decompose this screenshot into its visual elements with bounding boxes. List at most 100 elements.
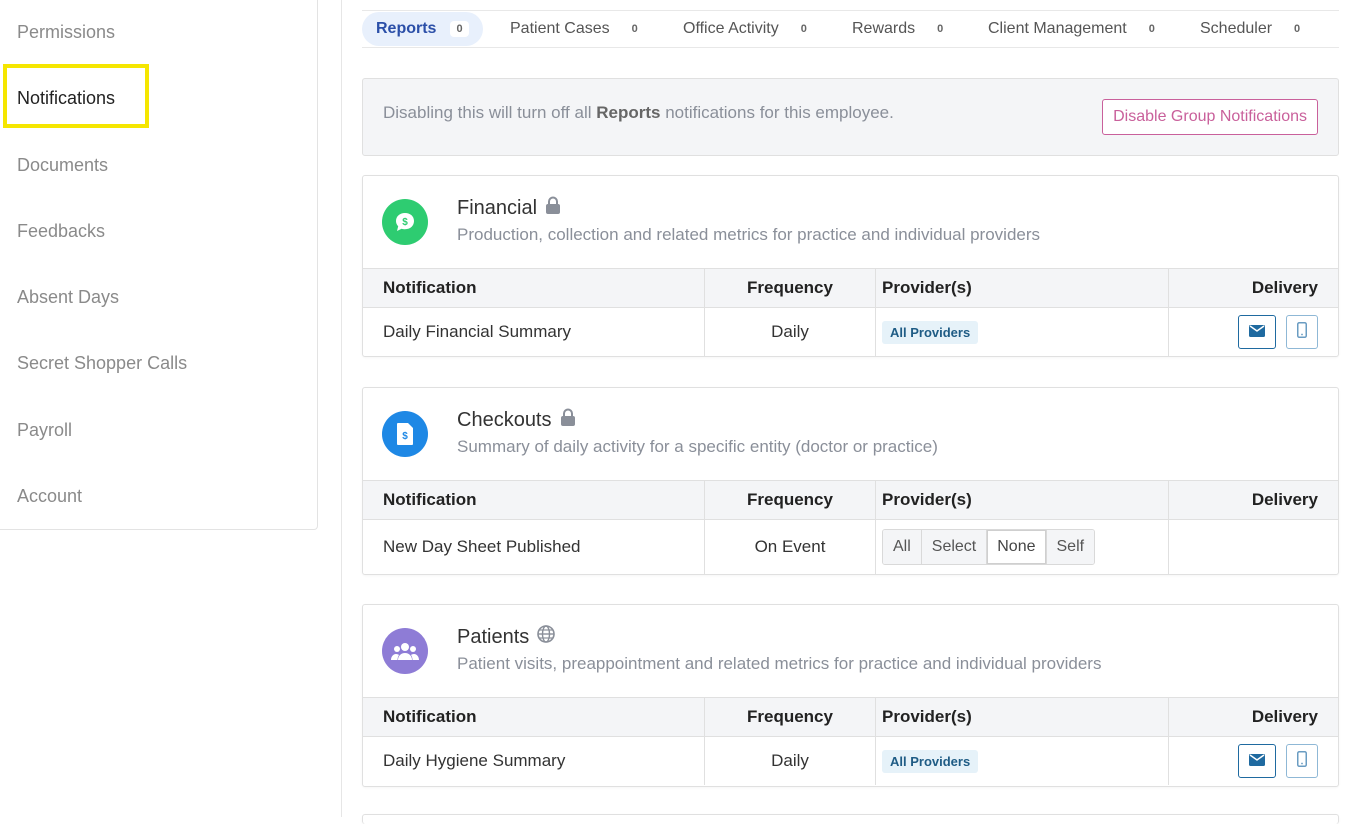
header-delivery: Delivery [1168,481,1338,519]
sidebar-item-payroll[interactable]: Payroll [17,420,72,441]
sidebar-item-permissions[interactable]: Permissions [17,22,115,43]
tab-label: Client Management [988,20,1127,37]
card-title-text: Financial [457,196,538,219]
money-chat-icon: $ [382,199,428,245]
svg-text:$: $ [402,431,408,442]
notification-frequency: Daily [704,737,875,785]
notification-card-next [362,814,1339,824]
tab-reports[interactable]: Reports 0 [362,12,483,46]
banner-group-name: Reports [596,103,661,122]
table-row: Daily Financial Summary Daily All Provid… [363,308,1338,356]
tab-label: Office Activity [683,20,779,37]
header-delivery: Delivery [1168,269,1338,307]
providers-cell: All Providers [875,737,1168,785]
card-title-text: Patients [457,625,530,648]
provider-option-none[interactable]: None [986,530,1046,564]
mobile-delivery-button[interactable] [1286,315,1318,349]
header-frequency: Frequency [704,481,875,519]
envelope-icon [1249,322,1265,342]
tab-rewards[interactable]: Rewards 0 [852,12,943,46]
email-delivery-button[interactable] [1238,315,1276,349]
mobile-phone-icon [1297,321,1307,343]
banner-text: Disabling this will turn off all Reports… [383,103,894,123]
lock-icon [560,408,576,432]
table-row: Daily Hygiene Summary Daily All Provider… [363,737,1338,785]
delivery-cell [1168,520,1338,574]
table-header: Notification Frequency Provider(s) Deliv… [363,697,1338,737]
content-divider [341,0,342,817]
notification-name: Daily Financial Summary [383,322,571,341]
all-providers-badge[interactable]: All Providers [882,749,979,773]
tab-label: Rewards [852,20,916,37]
sidebar-item-documents[interactable]: Documents [17,155,108,176]
tab-count: 0 [800,23,807,35]
tab-label: Patient Cases [510,20,610,37]
notification-card-checkouts: $ Checkouts Summary of daily activity fo… [362,387,1339,575]
banner-text-after: notifications for this employee. [660,103,894,122]
lock-icon [545,196,561,220]
table-header: Notification Frequency Provider(s) Deliv… [363,268,1338,308]
tab-patient-cases[interactable]: Patient Cases 0 [510,12,638,46]
header-delivery: Delivery [1168,698,1338,736]
invoice-icon: $ [382,411,428,457]
mobile-phone-icon [1297,750,1307,772]
sidebar-item-absent-days[interactable]: Absent Days [17,287,119,308]
tab-count: 0 [1148,23,1155,35]
notification-frequency: Daily [704,308,875,356]
header-notification: Notification [383,278,477,297]
mobile-delivery-button[interactable] [1286,744,1318,778]
delivery-cell [1168,737,1338,785]
card-description: Summary of daily activity for a specific… [457,437,938,456]
provider-option-all[interactable]: All [883,530,921,564]
card-title-text: Checkouts [457,408,552,431]
email-delivery-button[interactable] [1238,744,1276,778]
table-header: Notification Frequency Provider(s) Deliv… [363,480,1338,520]
sidebar-item-secret-shopper-calls[interactable]: Secret Shopper Calls [17,353,187,374]
svg-text:$: $ [402,217,408,228]
header-frequency: Frequency [704,269,875,307]
providers-cell: All Providers [875,308,1168,356]
provider-selector: All Select None Self [882,529,1096,565]
delivery-cell [1168,308,1338,356]
header-providers: Provider(s) [875,269,1168,307]
tab-count: 0 [1294,23,1301,35]
card-title: Checkouts [457,408,576,432]
notification-name: Daily Hygiene Summary [383,751,566,770]
tab-scheduler[interactable]: Scheduler 0 [1200,12,1300,46]
tab-count: 0 [631,23,638,35]
globe-icon [537,625,556,649]
card-title: Patients [457,625,556,649]
card-title: Financial [457,196,561,220]
provider-option-select[interactable]: Select [920,530,987,564]
notification-card-patients: Patients Patient visits, preappointment … [362,604,1339,787]
header-notification: Notification [383,490,477,509]
notification-frequency: On Event [704,520,875,574]
card-description: Patient visits, preappointment and relat… [457,654,1102,673]
notification-tabs: Reports 0 Patient Cases 0 Office Activit… [362,10,1339,48]
header-frequency: Frequency [704,698,875,736]
notification-name: New Day Sheet Published [383,537,581,556]
table-row: New Day Sheet Published On Event All Sel… [363,520,1338,574]
header-notification: Notification [383,707,477,726]
header-providers: Provider(s) [875,698,1168,736]
provider-option-self[interactable]: Self [1045,530,1095,564]
group-disable-banner: Disabling this will turn off all Reports… [362,78,1339,156]
users-icon [382,628,428,674]
notification-card-financial: $ Financial Production, collection and r… [362,175,1339,357]
providers-cell: All Select None Self [875,520,1168,574]
tab-label: Scheduler [1200,20,1273,37]
sidebar-item-account[interactable]: Account [17,486,82,507]
header-providers: Provider(s) [875,481,1168,519]
tab-count: 0 [450,21,469,37]
active-item-highlight [3,64,149,128]
card-description: Production, collection and related metri… [457,225,1041,244]
tab-count: 0 [937,23,944,35]
banner-text-before: Disabling this will turn off all [383,103,597,122]
all-providers-badge[interactable]: All Providers [882,320,979,344]
tab-office-activity[interactable]: Office Activity 0 [683,12,807,46]
tab-label: Reports [376,20,437,37]
disable-group-notifications-button[interactable]: Disable Group Notifications [1102,99,1318,135]
envelope-icon [1249,751,1265,771]
sidebar-item-feedbacks[interactable]: Feedbacks [17,221,105,242]
tab-client-management[interactable]: Client Management 0 [988,12,1155,46]
